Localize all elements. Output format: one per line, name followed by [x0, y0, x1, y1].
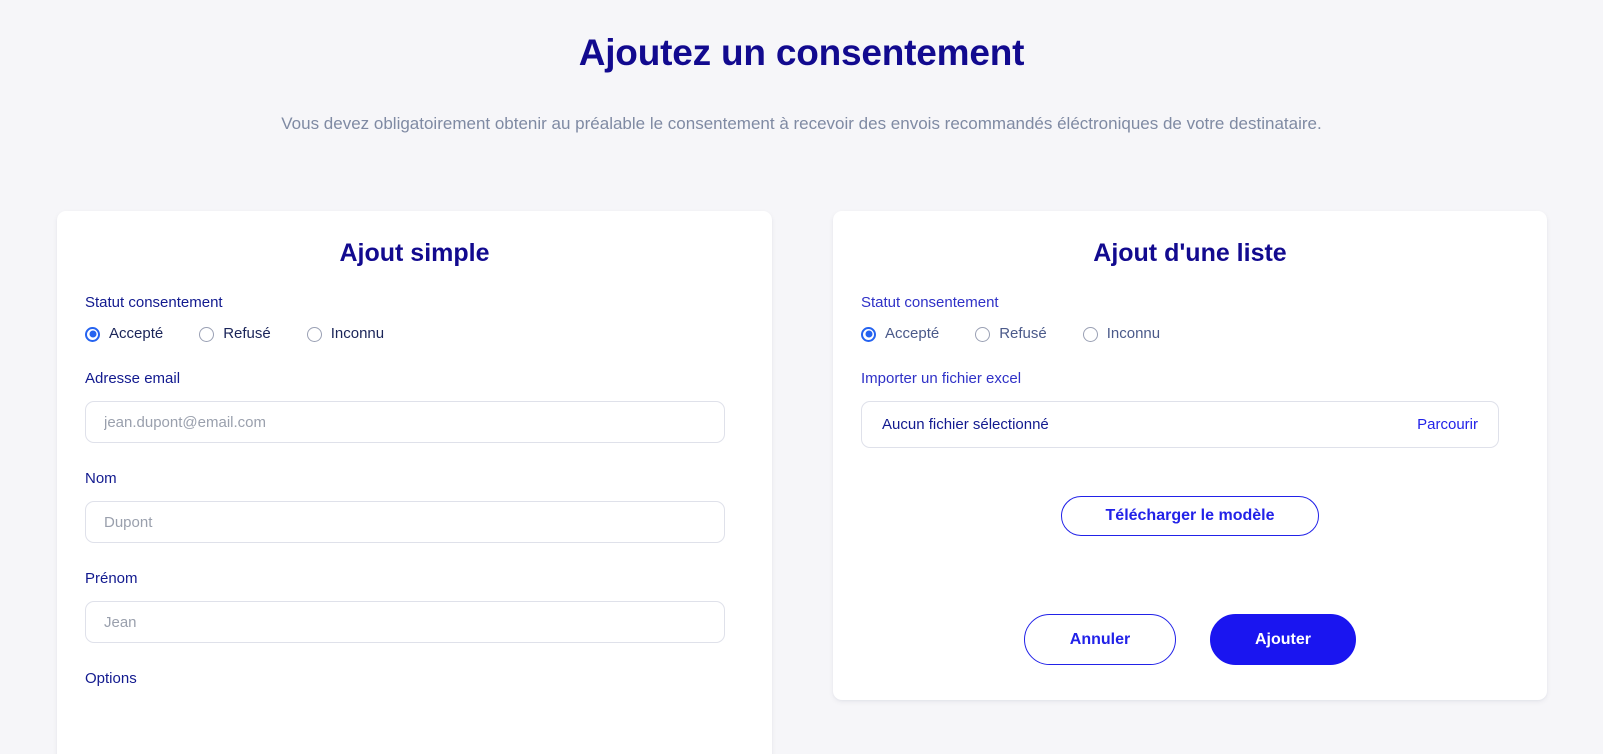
list-card-title: Ajout d'une liste — [1093, 239, 1287, 267]
simple-radio-accepte[interactable]: Accepté — [85, 325, 163, 343]
list-consent-status-group: Statut consentement Accepté Refusé Incon… — [861, 293, 1519, 343]
selected-file-name: Aucun fichier sélectionné — [882, 416, 1049, 433]
list-consent-radio-group: Accepté Refusé Inconnu — [861, 325, 1519, 343]
radio-indicator-icon — [861, 326, 876, 342]
file-picker[interactable]: Aucun fichier sélectionné Parcourir — [861, 401, 1499, 448]
simple-add-card: Ajout simple Statut consentement Accepté… — [57, 211, 772, 754]
radio-indicator-icon — [306, 326, 322, 342]
prenom-field-block: Prénom — [85, 569, 744, 643]
file-import-block: Importer un fichier excel Aucun fichier … — [861, 369, 1519, 448]
radio-indicator-icon — [199, 326, 215, 342]
list-radio-inconnu[interactable]: Inconnu — [1082, 325, 1161, 343]
list-consent-status-label: Statut consentement — [861, 294, 999, 311]
radio-indicator-icon — [85, 326, 100, 342]
list-add-card: Ajout d'une liste Statut consentement Ac… — [833, 211, 1547, 700]
prenom-field[interactable] — [85, 601, 725, 643]
file-import-label: Importer un fichier excel — [861, 370, 1022, 387]
simple-consent-radio-group: Accepté Refusé Inconnu — [85, 325, 744, 343]
download-template-button[interactable]: Télécharger le modèle — [1061, 496, 1319, 536]
page-title: Ajoutez un consentement — [578, 32, 1025, 73]
nom-field[interactable] — [85, 501, 725, 543]
email-field-label: Adresse email — [85, 370, 181, 387]
simple-radio-inconnu-label: Inconnu — [330, 325, 385, 342]
list-radio-accepte-label: Accepté — [885, 325, 940, 342]
simple-card-title: Ajout simple — [339, 239, 490, 267]
simple-radio-refuse-label: Refusé — [223, 325, 271, 342]
nom-field-label: Nom — [85, 470, 117, 487]
list-radio-refuse-label: Refusé — [999, 325, 1047, 342]
page-root: Ajoutez un consentement Vous devez oblig… — [0, 0, 1603, 754]
list-radio-inconnu-label: Inconnu — [1106, 325, 1161, 342]
simple-radio-refuse[interactable]: Refusé — [199, 325, 271, 343]
simple-consent-status-group: Statut consentement Accepté Refusé Incon… — [85, 293, 744, 343]
cards-container: Ajout simple Statut consentement Accepté… — [57, 211, 1547, 754]
page-subtitle: Vous devez obligatoirement obtenir au pr… — [281, 114, 1322, 133]
simple-consent-status-label: Statut consentement — [85, 294, 223, 311]
list-radio-accepte[interactable]: Accepté — [861, 325, 939, 343]
form-actions: Annuler Ajouter — [861, 614, 1519, 665]
simple-radio-accepte-label: Accepté — [109, 325, 164, 342]
nom-field-block: Nom — [85, 469, 744, 543]
cancel-button[interactable]: Annuler — [1024, 614, 1176, 665]
add-button[interactable]: Ajouter — [1210, 614, 1356, 665]
list-radio-refuse[interactable]: Refusé — [975, 325, 1047, 343]
radio-indicator-icon — [975, 326, 991, 342]
options-label: Options — [85, 670, 137, 687]
radio-indicator-icon — [1082, 326, 1098, 342]
options-section: Options — [85, 669, 744, 689]
email-field[interactable] — [85, 401, 725, 443]
browse-button[interactable]: Parcourir — [1417, 416, 1478, 433]
template-download-row: Télécharger le modèle — [861, 496, 1519, 536]
prenom-field-label: Prénom — [85, 570, 138, 587]
email-field-block: Adresse email — [85, 369, 744, 443]
simple-radio-inconnu[interactable]: Inconnu — [306, 325, 385, 343]
